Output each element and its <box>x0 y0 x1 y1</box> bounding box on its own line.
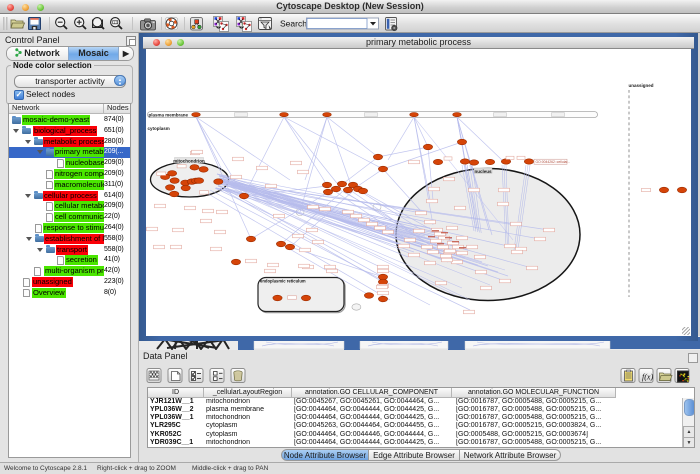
svg-text:GO:0044262::cellular...: GO:0044262::cellular... <box>536 160 571 164</box>
svg-text:plasma membrane: plasma membrane <box>149 112 189 117</box>
svg-text:1:1: 1:1 <box>113 21 118 25</box>
svg-text:mitochondrion: mitochondrion <box>173 159 205 164</box>
svg-text:f(x): f(x) <box>642 373 653 382</box>
svg-text:cytoplasm: cytoplasm <box>148 126 170 131</box>
svg-text:endoplasmic reticulum: endoplasmic reticulum <box>260 279 306 284</box>
svg-text:unassigned: unassigned <box>629 83 654 88</box>
svg-text:Search:: Search: <box>280 19 309 29</box>
svg-text:nucleus: nucleus <box>474 169 492 174</box>
